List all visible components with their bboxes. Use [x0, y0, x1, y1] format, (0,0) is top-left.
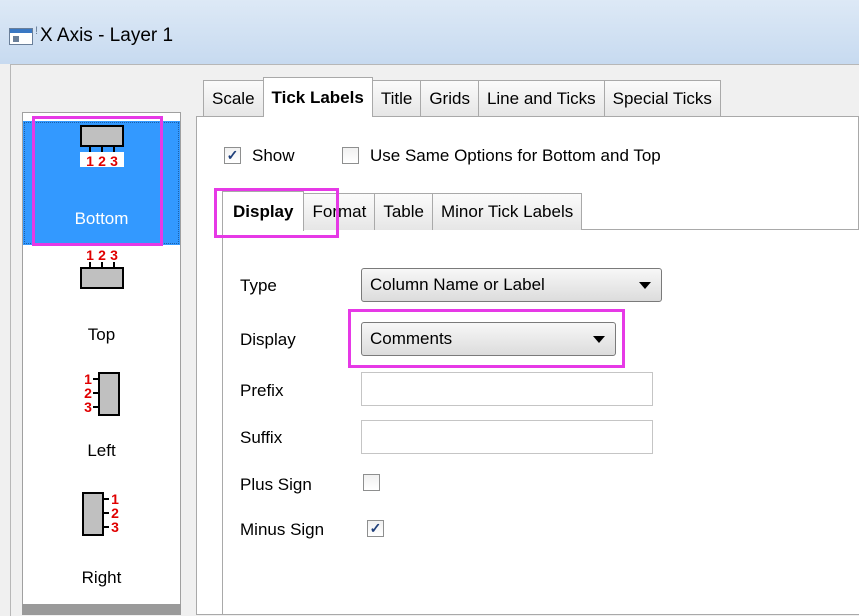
tab-line-and-ticks[interactable]: Line and Ticks — [477, 80, 605, 116]
tab-display[interactable]: Display — [222, 191, 305, 231]
prefix-input[interactable] — [361, 372, 653, 406]
axis-item-left[interactable]: 1 2 3 Left — [23, 361, 180, 473]
type-dropdown[interactable]: Column Name or Label — [361, 268, 662, 302]
plus-sign-checkbox[interactable] — [363, 474, 380, 491]
right-axis-icon: 1 2 3 — [78, 491, 126, 539]
axis-item-label: Right — [81, 568, 122, 587]
title-bar: ! X Axis - Layer 1 — [0, 0, 859, 64]
top-tab-strip: Scale Tick Labels Title Grids Line and T… — [203, 77, 721, 117]
plus-sign-label: Plus Sign — [240, 475, 312, 494]
tab-minor-tick-labels[interactable]: Minor Tick Labels — [431, 193, 583, 230]
tab-grids[interactable]: Grids — [420, 80, 479, 116]
tab-table[interactable]: Table — [374, 193, 433, 230]
icon-number-3: 3 — [84, 399, 92, 415]
tab-scale[interactable]: Scale — [203, 80, 264, 116]
show-label: Show — [252, 146, 295, 165]
app-window-icon[interactable]: ! — [9, 25, 38, 45]
tab-title[interactable]: Title — [371, 80, 422, 116]
axis-item-label: Top — [87, 325, 116, 344]
type-value: Column Name or Label — [370, 275, 545, 294]
axis-item-label: Left — [87, 441, 116, 460]
tab-special-ticks[interactable]: Special Ticks — [603, 80, 721, 116]
highlight-box-bottom — [32, 116, 163, 246]
icon-number-2: 2 — [98, 247, 106, 263]
top-axis-icon: 1 2 3 — [78, 247, 126, 291]
show-checkbox[interactable]: ✓ — [224, 147, 241, 164]
display-label: Display — [240, 330, 296, 349]
window-title: X Axis - Layer 1 — [40, 25, 174, 46]
suffix-input[interactable] — [361, 420, 653, 454]
icon-number-3: 3 — [110, 247, 118, 263]
tab-tick-labels[interactable]: Tick Labels — [262, 77, 373, 117]
chevron-down-icon — [639, 282, 651, 289]
minus-sign-label: Minus Sign — [240, 520, 325, 539]
icon-number-3: 3 — [111, 519, 119, 535]
axis-item-top[interactable]: 1 2 3 Top — [23, 247, 180, 357]
same-options-checkbox[interactable] — [342, 147, 359, 164]
icon-number-1: 1 — [86, 247, 94, 263]
type-label: Type — [240, 276, 277, 295]
highlight-box-display-dropdown — [348, 309, 625, 368]
prefix-label: Prefix — [240, 381, 284, 400]
left-axis-icon: 1 2 3 — [78, 371, 126, 419]
same-options-label: Use Same Options for Bottom and Top — [370, 146, 661, 165]
side-panel-footer — [22, 604, 181, 615]
axis-item-right[interactable]: 1 2 3 Right — [23, 483, 180, 595]
minus-sign-checkbox[interactable]: ✓ — [367, 520, 384, 537]
suffix-label: Suffix — [240, 428, 283, 447]
inner-tab-strip: Display Format Table Minor Tick Labels — [222, 191, 583, 231]
